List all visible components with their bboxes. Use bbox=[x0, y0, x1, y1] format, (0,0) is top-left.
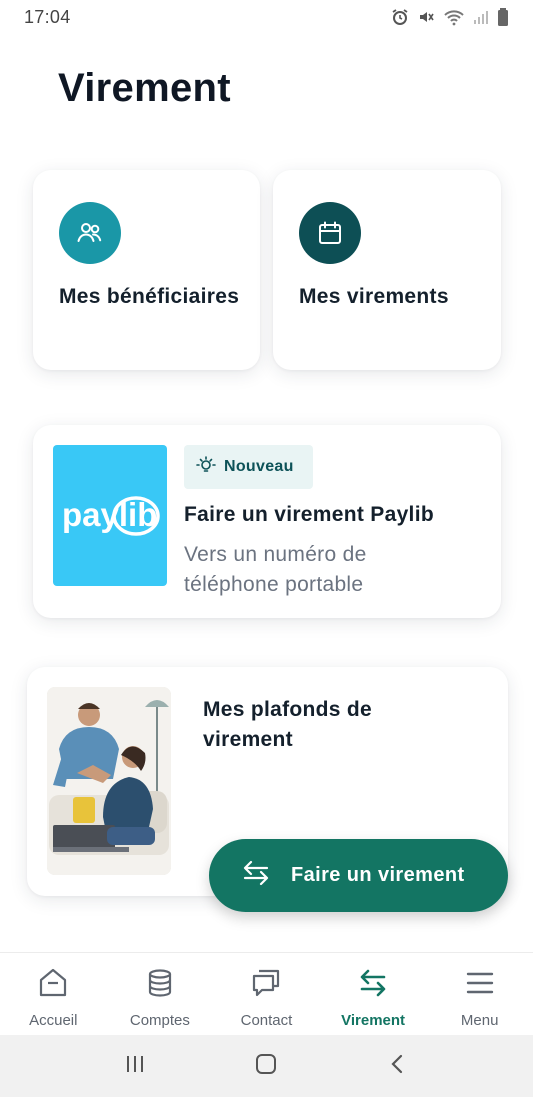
tab-comptes[interactable]: Comptes bbox=[107, 953, 214, 1035]
transfer-icon bbox=[357, 967, 389, 1004]
status-bar: 17:04 bbox=[0, 0, 533, 34]
tab-menu[interactable]: Menu bbox=[426, 953, 533, 1035]
tab-contact-label: Contact bbox=[240, 1012, 293, 1029]
users-icon bbox=[59, 202, 121, 264]
new-badge-label: Nouveau bbox=[224, 458, 294, 475]
system-nav-bar bbox=[0, 1035, 533, 1097]
make-transfer-label: Faire un virement bbox=[291, 864, 465, 886]
tab-accueil-label: Accueil bbox=[29, 1012, 78, 1029]
beneficiaries-card[interactable]: Mes bénéficiaires bbox=[33, 170, 260, 370]
home-icon bbox=[37, 967, 69, 1004]
tab-virement[interactable]: Virement bbox=[320, 953, 427, 1035]
bottom-tab-bar: Accueil Comptes Contact Virement Menu bbox=[0, 952, 533, 1035]
wifi-icon bbox=[443, 8, 465, 26]
status-icons bbox=[391, 8, 509, 26]
tab-virement-label: Virement bbox=[341, 1012, 406, 1029]
tab-contact[interactable]: Contact bbox=[213, 953, 320, 1035]
paylib-logo: paylib bbox=[53, 445, 167, 586]
paylib-title: Faire un virement Paylib bbox=[184, 503, 434, 526]
paylib-card[interactable]: paylib Nouveau Faire un virement Paylib … bbox=[33, 425, 501, 618]
my-transfers-card[interactable]: Mes virements bbox=[273, 170, 501, 370]
transfer-arrows-icon bbox=[241, 858, 271, 893]
beneficiaries-label: Mes bénéficiaires bbox=[59, 285, 240, 308]
tab-comptes-label: Comptes bbox=[129, 1012, 190, 1029]
chat-icon bbox=[250, 967, 282, 1004]
mute-icon bbox=[417, 8, 435, 26]
make-transfer-button[interactable]: Faire un virement bbox=[209, 839, 508, 912]
home-button-icon[interactable] bbox=[253, 1051, 279, 1082]
lightbulb-icon bbox=[196, 455, 216, 480]
new-badge: Nouveau bbox=[184, 445, 313, 489]
back-icon[interactable] bbox=[386, 1052, 410, 1081]
menu-icon bbox=[464, 967, 496, 1004]
paylib-subtitle: Vers un numéro de téléphone portable bbox=[184, 543, 367, 596]
recent-apps-icon[interactable] bbox=[123, 1052, 147, 1081]
battery-icon bbox=[497, 8, 509, 26]
transfer-limits-label: Mes plafonds de virement bbox=[203, 698, 373, 751]
page-title: Virement bbox=[58, 66, 231, 110]
database-icon bbox=[144, 967, 176, 1004]
my-transfers-label: Mes virements bbox=[299, 285, 449, 308]
alarm-icon bbox=[391, 8, 409, 26]
status-time: 17:04 bbox=[24, 6, 71, 27]
calendar-icon bbox=[299, 202, 361, 264]
couple-photo bbox=[47, 687, 171, 875]
tab-menu-label: Menu bbox=[460, 1012, 499, 1029]
tab-accueil[interactable]: Accueil bbox=[0, 953, 107, 1035]
svg-text:paylib: paylib bbox=[62, 496, 157, 533]
signal-icon bbox=[473, 9, 489, 25]
